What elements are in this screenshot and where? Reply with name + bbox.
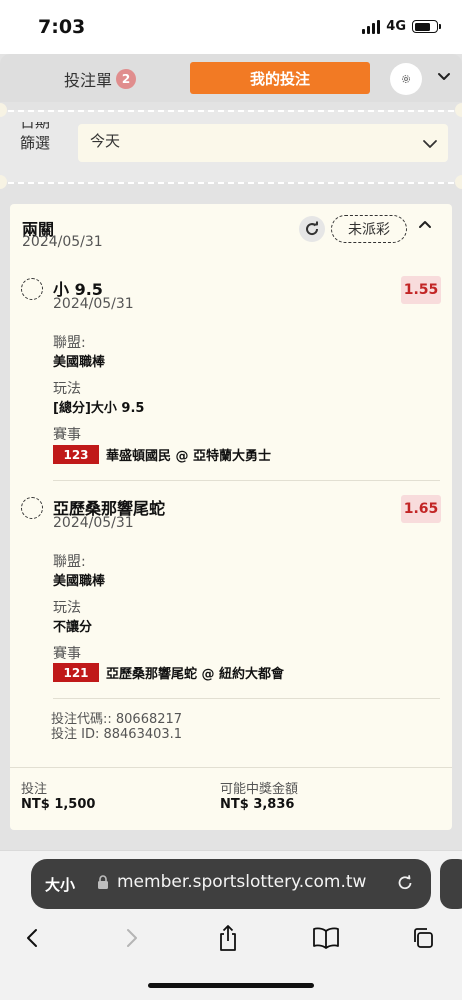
event-number-badge: 121 bbox=[53, 663, 99, 682]
bet-status-badge: 未派彩 bbox=[331, 215, 407, 243]
browser-toolbar bbox=[0, 921, 462, 955]
refresh-button[interactable] bbox=[299, 216, 325, 242]
stake-value: NT$ 1,500 bbox=[21, 797, 96, 812]
event-row: 123 華盛頓國民 @ 亞特蘭大勇士 bbox=[53, 445, 271, 464]
bookmarks-button[interactable] bbox=[309, 921, 343, 955]
chevron-left-icon bbox=[27, 929, 37, 947]
event-name: 華盛頓國民 @ 亞特蘭大勇士 bbox=[106, 449, 272, 464]
app-content: 投注單 2 我的投注 日期 篩選 今天 兩關 2024/05/31 未派彩 小 … bbox=[0, 54, 462, 850]
tabs-icon bbox=[414, 928, 433, 948]
address-bar[interactable]: 大小 member.sportslottery.com.tw bbox=[31, 859, 431, 909]
selection-odds: 1.65 bbox=[401, 495, 441, 523]
text-size-button[interactable]: 大小 bbox=[45, 874, 75, 895]
tab-bet-slip-label: 投注單 bbox=[64, 71, 113, 90]
market-value: 不讓分 bbox=[53, 620, 93, 635]
date-filter-value: 今天 bbox=[90, 132, 121, 150]
payout-block: 可能中獎金額 NT$ 3,836 bbox=[220, 782, 298, 813]
next-tab-preview[interactable] bbox=[440, 859, 462, 909]
event-row: 121 亞歷桑那響尾蛇 @ 紐約大都會 bbox=[53, 663, 284, 682]
network-type: 4G bbox=[386, 19, 406, 34]
filter-label-top: 日期 bbox=[20, 122, 51, 131]
browser-chrome: 大小 member.sportslottery.com.tw bbox=[0, 850, 462, 1000]
payout-value: NT$ 3,836 bbox=[220, 797, 295, 812]
bet-tabs-bar: 投注單 2 我的投注 bbox=[0, 54, 462, 102]
league-value: 美國職棒 bbox=[53, 574, 106, 589]
signal-icon bbox=[362, 19, 381, 34]
league-value: 美國職棒 bbox=[53, 355, 106, 370]
filter-label: 日期 篩選 bbox=[20, 122, 60, 154]
filter-label-text: 篩選 bbox=[20, 134, 51, 152]
event-name: 亞歷桑那響尾蛇 @ 紐約大都會 bbox=[106, 667, 285, 682]
tabs-button[interactable] bbox=[406, 921, 440, 955]
gear-icon bbox=[402, 75, 410, 83]
settings-button[interactable] bbox=[390, 63, 422, 95]
bet-codes: 投注代碼:: 80668217 投注 ID: 88463403.1 bbox=[51, 712, 182, 742]
forward-button[interactable] bbox=[114, 921, 148, 955]
book-icon bbox=[313, 927, 339, 949]
event-label: 賽事 bbox=[53, 646, 81, 662]
league-label: 聯盟: bbox=[53, 554, 86, 570]
tab-my-bets[interactable]: 我的投注 bbox=[190, 62, 370, 94]
selection-status-icon bbox=[21, 278, 43, 300]
lock-icon bbox=[98, 875, 108, 889]
share-button[interactable] bbox=[211, 921, 245, 955]
chevron-down-icon[interactable] bbox=[436, 68, 452, 84]
bet-id: 投注 ID: 88463403.1 bbox=[51, 727, 183, 742]
selection-date: 2024/05/31 bbox=[53, 296, 134, 312]
home-indicator bbox=[148, 983, 314, 988]
share-icon bbox=[220, 925, 236, 951]
league-label: 聯盟: bbox=[53, 335, 86, 351]
reload-icon[interactable] bbox=[395, 873, 415, 893]
market-label: 玩法 bbox=[53, 600, 81, 616]
bet-code: 投注代碼:: 80668217 bbox=[51, 712, 183, 727]
ticket-notch bbox=[0, 103, 7, 117]
back-button[interactable] bbox=[16, 921, 50, 955]
market-value: [總分]大小 9.5 bbox=[53, 401, 145, 416]
bet-card: 兩關 2024/05/31 未派彩 小 9.5 2024/05/31 1.55 … bbox=[10, 204, 452, 830]
payout-label: 可能中獎金額 bbox=[220, 782, 299, 797]
status-indicators: 4G bbox=[362, 19, 441, 34]
chevron-up-icon[interactable] bbox=[418, 218, 432, 232]
market-label: 玩法 bbox=[53, 381, 81, 397]
url-text: member.sportslottery.com.tw bbox=[117, 872, 367, 892]
status-time: 7:03 bbox=[38, 16, 86, 38]
divider bbox=[53, 698, 440, 699]
chevron-right-icon bbox=[127, 929, 137, 947]
chevron-down-icon bbox=[423, 140, 437, 148]
event-label: 賽事 bbox=[53, 427, 81, 443]
divider bbox=[8, 110, 454, 112]
bet-summary: 投注 NT$ 1,500 可能中獎金額 NT$ 3,836 bbox=[10, 767, 452, 830]
refresh-icon bbox=[306, 221, 319, 236]
ticket-notch bbox=[0, 175, 7, 189]
date-filter-select[interactable]: 今天 bbox=[78, 124, 448, 162]
divider bbox=[8, 182, 454, 184]
date-filter: 日期 篩選 今天 bbox=[0, 103, 462, 189]
divider bbox=[53, 480, 440, 481]
selection-status-icon bbox=[21, 497, 43, 519]
status-bar: 7:03 4G bbox=[0, 0, 462, 54]
bet-slip-count-badge: 2 bbox=[116, 69, 137, 89]
stake-block: 投注 NT$ 1,500 bbox=[21, 782, 95, 813]
ticket-notch bbox=[455, 175, 462, 189]
bet-date: 2024/05/31 bbox=[22, 234, 103, 250]
battery-icon bbox=[412, 20, 441, 33]
event-number-badge: 123 bbox=[53, 445, 99, 464]
tab-bet-slip[interactable]: 投注單 2 bbox=[64, 67, 137, 91]
selection-odds: 1.55 bbox=[401, 276, 441, 304]
stake-label: 投注 bbox=[21, 782, 48, 797]
selection-date: 2024/05/31 bbox=[53, 515, 134, 531]
ticket-notch bbox=[455, 103, 462, 117]
